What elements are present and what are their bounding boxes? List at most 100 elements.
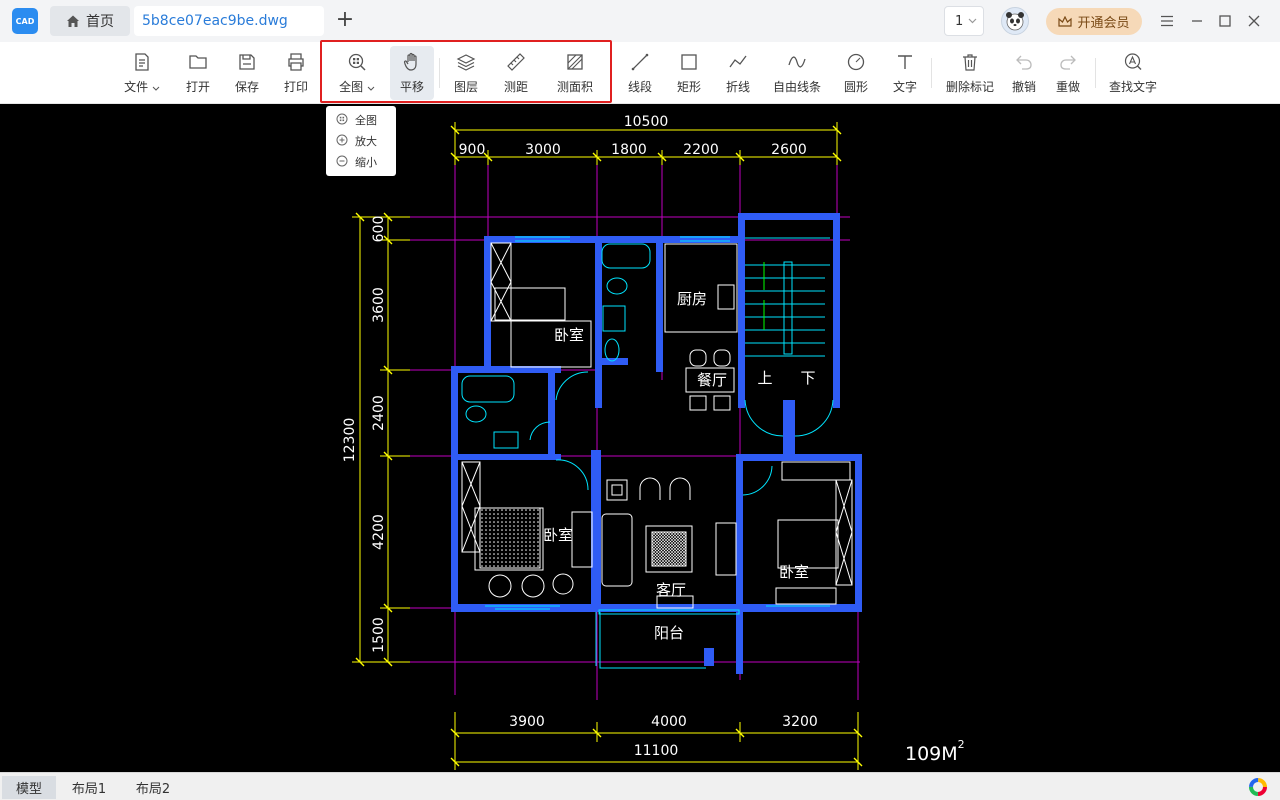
tab-home[interactable]: 首页 xyxy=(50,6,130,36)
circle-button[interactable]: 圆形 xyxy=(838,46,874,100)
open-label: 打开 xyxy=(185,80,210,94)
print-label: 打印 xyxy=(283,80,308,94)
polyline-label: 折线 xyxy=(725,80,750,94)
color-wheel-icon[interactable] xyxy=(1249,778,1267,796)
room-label: 餐厅 xyxy=(697,371,727,389)
undo-label: 撤销 xyxy=(1011,80,1036,94)
zoom-extents-icon xyxy=(336,113,348,125)
zoom-in-icon xyxy=(336,134,348,146)
delete-marks-button[interactable]: 删除标记 xyxy=(942,46,998,100)
line-segment-icon xyxy=(631,53,649,71)
floor-plan-drawing: 10500 900 3000 1800 2200 2600 12300 600 … xyxy=(342,114,965,770)
menu-item-zoom-in[interactable]: 放大 xyxy=(326,130,396,151)
tab-layout-2[interactable]: 布局2 xyxy=(126,776,180,799)
measure-area-button[interactable]: 测面积 xyxy=(552,46,598,100)
minimize-icon xyxy=(1192,20,1202,22)
toolbar-divider xyxy=(931,58,932,88)
redo-label: 重做 xyxy=(1055,80,1080,94)
dim-left: 1500 xyxy=(371,617,387,653)
area-icon xyxy=(567,54,583,70)
view-dropdown-menu: 全图 放大 缩小 xyxy=(326,106,396,176)
layout-tab-bar: 模型 布局1 布局2 xyxy=(0,772,1280,800)
tab-layout-1[interactable]: 布局1 xyxy=(62,776,116,799)
redo-button[interactable]: 重做 xyxy=(1050,46,1086,100)
redo-icon xyxy=(1060,55,1076,70)
find-text-icon xyxy=(1124,53,1142,70)
pan-label: 平移 xyxy=(399,80,424,94)
toolbar-divider xyxy=(1095,58,1096,88)
undo-button[interactable]: 撤销 xyxy=(1006,46,1042,100)
page-selector[interactable]: 1 xyxy=(944,6,984,36)
file-menu-button[interactable]: 文件 xyxy=(120,46,164,100)
trash-icon xyxy=(963,54,977,71)
room-label: 卧室 xyxy=(779,563,809,581)
hand-icon xyxy=(403,52,417,71)
vip-button[interactable]: 开通会员 xyxy=(1046,8,1142,35)
dim-bottom-total: 11100 xyxy=(634,743,679,759)
home-icon xyxy=(67,15,79,27)
menu-item-label: 全图 xyxy=(355,113,377,127)
print-button[interactable]: 打印 xyxy=(278,46,314,100)
measure-distance-button[interactable]: 测距 xyxy=(498,46,534,100)
room-label: 下 xyxy=(800,369,815,387)
ruler-icon xyxy=(507,53,525,71)
room-label: 卧室 xyxy=(543,526,573,544)
dim-left-total: 12300 xyxy=(342,418,358,463)
dim-left: 600 xyxy=(371,216,387,243)
tab-file[interactable]: 5b8ce07eac9be.dwg xyxy=(134,6,324,36)
freeline-button[interactable]: 自由线条 xyxy=(770,46,824,100)
line-button[interactable]: 线段 xyxy=(622,46,658,100)
find-text-label: 查找文字 xyxy=(1108,80,1157,94)
circle-icon xyxy=(847,53,865,71)
menu-item-zoom-out[interactable]: 缩小 xyxy=(326,151,396,172)
zoom-extents-icon xyxy=(348,53,366,71)
save-button[interactable]: 保存 xyxy=(229,46,265,100)
avatar[interactable] xyxy=(1001,7,1029,35)
fullview-label: 全图 xyxy=(339,80,364,94)
tab-file-label: 5b8ce07eac9be.dwg xyxy=(142,13,288,29)
dim-top-total: 10500 xyxy=(624,114,669,130)
room-label: 上 xyxy=(757,369,772,387)
layers-icon xyxy=(456,54,476,71)
menu-item-label: 放大 xyxy=(355,134,377,148)
line-label: 线段 xyxy=(627,80,652,94)
chevron-down-icon xyxy=(152,86,160,91)
file-label: 文件 xyxy=(124,80,149,94)
new-tab-button[interactable]: + xyxy=(334,8,356,34)
fullview-button[interactable]: 全图 xyxy=(334,46,380,100)
chevron-down-icon xyxy=(968,18,977,24)
menu-item-fullview[interactable]: 全图 xyxy=(326,109,396,130)
pan-button[interactable]: 平移 xyxy=(390,46,434,100)
dim-bottom: 3900 xyxy=(509,714,545,730)
minimize-button[interactable] xyxy=(1186,10,1208,32)
open-button[interactable]: 打开 xyxy=(180,46,216,100)
crown-icon xyxy=(1058,15,1073,27)
room-label: 厨房 xyxy=(677,290,707,308)
dim-left: 2400 xyxy=(371,395,387,431)
freeline-label: 自由线条 xyxy=(772,80,821,94)
dim-top: 2200 xyxy=(683,142,719,158)
circle-label: 圆形 xyxy=(843,80,868,94)
rect-button[interactable]: 矩形 xyxy=(671,46,707,100)
maximize-icon xyxy=(1219,15,1231,27)
drawing-canvas[interactable]: 10500 900 3000 1800 2200 2600 12300 600 … xyxy=(0,104,1280,772)
maximize-button[interactable] xyxy=(1214,10,1236,32)
layers-button[interactable]: 图层 xyxy=(448,46,484,100)
printer-icon xyxy=(288,53,304,71)
polyline-button[interactable]: 折线 xyxy=(720,46,756,100)
measure-area-label: 测面积 xyxy=(556,80,593,94)
zoom-out-icon xyxy=(336,155,348,167)
close-icon xyxy=(1248,15,1260,27)
menu-button[interactable] xyxy=(1156,10,1178,32)
dim-left: 3600 xyxy=(371,287,387,323)
toolbar: 文件 打开 保存 打印 全图 平移 图层 测距 测面积 线段 矩形 折线 自由线… xyxy=(0,42,1280,104)
close-button[interactable] xyxy=(1243,10,1265,32)
tab-model[interactable]: 模型 xyxy=(2,776,56,799)
undo-icon xyxy=(1016,55,1032,70)
find-text-button[interactable]: 查找文字 xyxy=(1104,46,1162,100)
dim-bottom: 3200 xyxy=(782,714,818,730)
measure-distance-label: 测距 xyxy=(503,80,528,94)
text-button[interactable]: 文字 xyxy=(887,46,923,100)
fixtures xyxy=(461,236,834,669)
delete-marks-label: 删除标记 xyxy=(945,80,994,94)
